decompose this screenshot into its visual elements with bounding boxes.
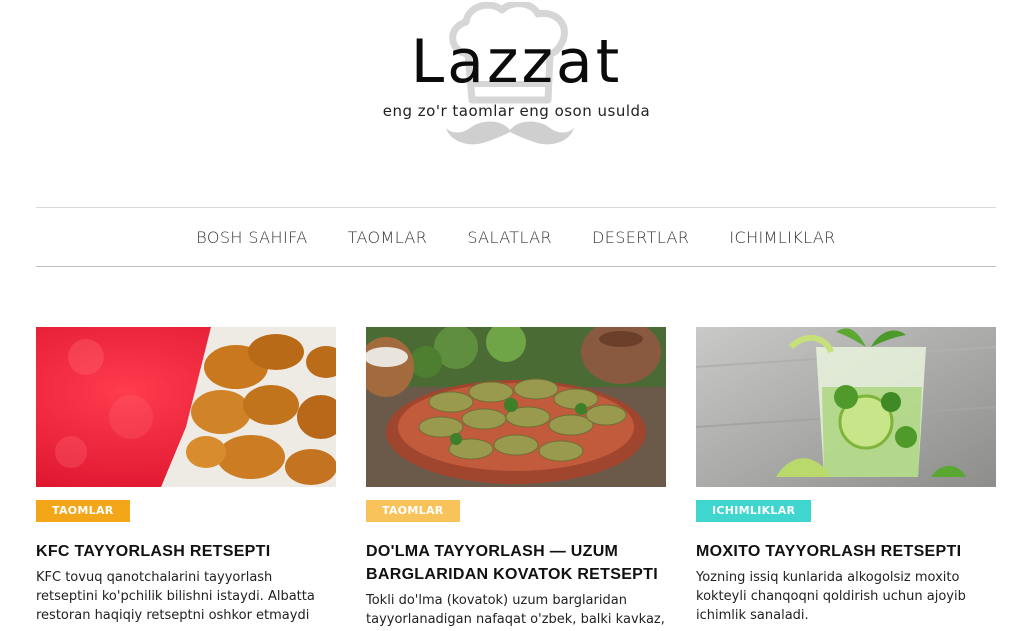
post-excerpt: Tokli do'lma (kovatok) uzum barglaridan … — [366, 593, 665, 627]
site-header: Lazzat eng zo'r taomlar eng oson usulda — [0, 0, 1033, 170]
post-image-fried-chicken[interactable] — [36, 327, 336, 487]
post-excerpt: Yozning issiq kunlarida alkogolsiz moxit… — [696, 570, 966, 623]
category-badge[interactable]: TAOMLAR — [366, 500, 460, 522]
dolma-image — [366, 327, 666, 487]
post-image-dolma[interactable] — [366, 327, 666, 487]
nav-item-desertlar[interactable]: DESERTLAR — [592, 228, 689, 247]
nav-item-bosh-sahifa[interactable]: BOSH SAHIFA — [196, 228, 307, 247]
post-image-mojito[interactable] — [696, 327, 996, 487]
main-nav: BOSH SAHIFA TAOMLAR SALATLAR DESERTLAR I… — [36, 207, 996, 267]
fried-chicken-image — [36, 327, 336, 487]
post-title[interactable]: DO'LMA TAYYORLASH — UZUM BARGLARIDAN KOV… — [366, 540, 666, 586]
mojito-image — [696, 327, 996, 487]
post-excerpt: KFC tovuq qanotchalarini tayyorlash rets… — [36, 570, 315, 623]
post-title[interactable]: MOXITO TAYYORLASH RETSEPTI — [696, 540, 996, 563]
nav-item-taomlar[interactable]: TAOMLAR — [348, 228, 428, 247]
category-badge[interactable]: ICHIMLIKLAR — [696, 500, 812, 522]
site-title[interactable]: Lazzat — [0, 26, 1033, 98]
post-card: TAOMLAR DO'LMA TAYYORLASH — UZUM BARGLAR… — [366, 327, 666, 627]
nav-item-ichimliklar[interactable]: ICHIMLIKLAR — [729, 228, 835, 247]
post-card: ICHIMLIKLAR MOXITO TAYYORLASH RETSEPTI Y… — [696, 327, 996, 623]
site-tagline: eng zo'r taomlar eng oson usulda — [382, 102, 651, 120]
post-title[interactable]: KFC TAYYORLASH RETSEPTI — [36, 540, 336, 563]
nav-item-salatlar[interactable]: SALATLAR — [467, 228, 552, 247]
category-badge[interactable]: TAOMLAR — [36, 500, 130, 522]
post-card: TAOMLAR KFC TAYYORLASH RETSEPTI KFC tovu… — [36, 327, 336, 623]
